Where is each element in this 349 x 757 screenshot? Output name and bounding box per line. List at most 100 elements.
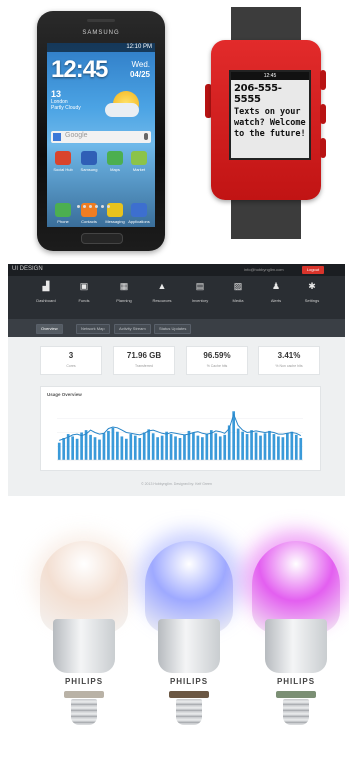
usage-bar [201,437,204,460]
usage-bar [102,433,106,460]
app-label: Messaging [105,219,125,224]
stat-card-cores: 3 Cores [40,346,102,375]
nav-item-planning[interactable]: ▦ Planning [106,281,142,304]
usage-bar [160,435,164,460]
usage-bar [236,428,240,460]
bulb-screw-base [283,699,309,725]
app-title: UI DESIGN [12,266,43,272]
bulb-brand: PHILIPS [276,677,316,686]
usage-bar [93,437,97,460]
usage-bar [263,433,267,460]
tab-network-map[interactable]: Network Map [76,324,110,334]
usage-bar [80,432,83,460]
usage-bar [205,434,209,460]
nav-item-media[interactable]: ▨ Media [220,281,256,304]
nav-item-settings[interactable]: ✱ Settings [294,281,330,304]
usage-chart [57,411,303,461]
tab-status-updates[interactable]: Status Updates [154,324,192,334]
google-icon [53,133,61,141]
usage-bar [250,430,253,460]
bulb-body [158,619,220,673]
watch-screen: 12:45 206-555-5555 Texts on your watch? … [229,70,311,160]
logout-button[interactable]: Logout [302,266,324,274]
usage-bar [75,438,79,460]
bulbs-photo: PHILIPS PHILIPS PHILIPS [0,525,349,757]
usage-bar [286,433,289,460]
nav-item-alerts[interactable]: ♟ Alerts [258,282,294,304]
search-placeholder: Google [65,132,88,139]
weather-desc: Partly Cloudy [51,105,81,111]
usage-bar [116,431,119,460]
weather-widget: 13 London Partly Cloudy [51,89,101,112]
usage-bar [294,434,298,460]
usage-bar [169,434,173,460]
account-email[interactable]: info@hobbynglim.com [244,267,284,272]
main-nav: ▟ Dashboard ▣ Funds ▦ Planning ▲ Resources ▤… [8,276,345,319]
usage-bar [124,438,128,460]
stat-label: % Cache hits [206,364,228,368]
usage-bar [138,438,142,460]
calendar-icon: ▦ [119,281,129,291]
phone-screen: 12:10 PM 12:45 Wed. 04/25 13 London Part… [47,43,155,227]
nav-item-funds[interactable]: ▣ Funds [66,282,102,304]
smartphone: SAMSUNG 12:10 PM 12:45 Wed. 04/25 13 Lon… [37,11,165,251]
usage-bar [241,431,244,460]
usage-bar [107,430,110,460]
stat-label: % Non cache hits [275,364,303,368]
watch-caller-number: 206-555-5555 [234,83,282,105]
nav-item-inventory[interactable]: ▤ Inventory [182,281,218,304]
watch-up-button [320,70,326,90]
stat-value: 71.96 GB [126,351,162,360]
app-label: Samsung [80,167,98,172]
app-label: Phone [57,219,69,224]
phone-icon [55,203,71,217]
tab-overview[interactable]: Overview [36,324,63,334]
bulb-brand: PHILIPS [64,677,104,686]
usage-bar [62,438,66,460]
tab-activity-stream[interactable]: Activity Stream [114,324,151,334]
nav-item-dashboard[interactable]: ▟ Dashboard [28,282,64,304]
usage-bar [151,433,155,460]
watch-strap-bottom [231,197,301,239]
usage-bar [290,431,294,460]
watch-down-button [320,138,326,158]
nav-label: Settings [304,298,320,303]
usage-bar [129,434,133,460]
stat-value: 96.59% [203,351,231,360]
nav-item-resources[interactable]: ▲ Resources [144,282,180,304]
market-icon [131,151,147,165]
watch-strap-top [231,7,301,43]
usage-bar [142,432,146,460]
mic-icon [144,133,148,140]
stat-value: 3.41% [277,351,301,360]
devices-photo: SAMSUNG 12:10 PM 12:45 Wed. 04/25 13 Lon… [0,0,349,255]
app-label: Maps [110,167,120,172]
nav-label: Inventory [191,298,209,303]
nav-label: Resources [152,298,172,303]
nav-label: Planning [116,298,132,303]
usage-bar [281,437,285,460]
usage-bar [165,431,168,460]
gear-icon: ✱ [308,281,316,291]
dashboard-footer: © 2013 Hobbynglim. Designed by: Keif Gre… [141,482,212,486]
phone-brand: SAMSUNG [82,30,120,36]
app-label: Market [132,167,146,172]
google-search-bar: Google [51,131,151,143]
usage-bar [196,435,200,460]
stat-label: Transferred [135,364,153,368]
image-icon: ▨ [233,281,243,291]
nav-label: Dashboard [36,298,56,303]
nav-label: Alerts [270,298,282,303]
usage-bar [223,434,227,460]
bulb-screw-base [71,699,97,725]
usage-bar [272,434,276,460]
usage-bar [192,432,195,460]
usage-bar [218,436,222,460]
stat-card-cache-hits: 96.59% % Cache hits [186,346,248,375]
nav-label: Media [232,298,244,303]
usage-bar [120,436,124,460]
box-icon: ▤ [195,281,205,291]
cloud-icon [105,103,139,117]
usage-bar [89,434,92,460]
weather-temp: 13 [51,89,62,99]
